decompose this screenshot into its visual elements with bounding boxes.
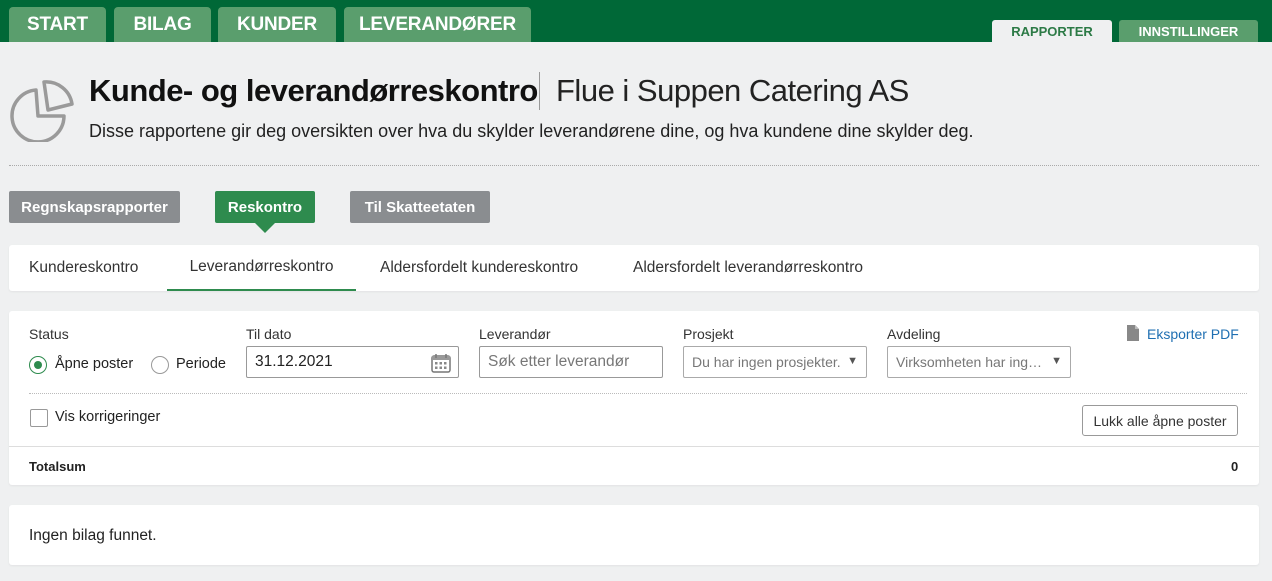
close-all-open-items-button[interactable]: Lukk alle åpne poster — [1082, 405, 1238, 436]
status-radio-apne-poster[interactable] — [29, 356, 47, 374]
project-select-value: Du har ingen prosjekter. — [692, 354, 841, 370]
total-sum-label: Totalsum — [29, 459, 86, 474]
project-select[interactable]: Du har ingen prosjekter. ▼ — [683, 346, 867, 378]
pdf-file-icon — [1127, 325, 1139, 341]
page-subtitle: Disse rapportene gir deg oversikten over… — [89, 121, 974, 141]
show-corrections-checkbox[interactable] — [30, 409, 48, 427]
pie-chart-icon — [10, 80, 74, 142]
department-select[interactable]: Virksomheten har ingen avdelinger. ▼ — [887, 346, 1071, 378]
filter-divider — [29, 393, 1247, 394]
tab-aldersfordelt-kundereskontro[interactable]: Aldersfordelt kundereskontro — [380, 245, 578, 291]
status-radio-periode[interactable] — [151, 356, 169, 374]
show-corrections-label: Vis korrigeringer — [55, 409, 161, 425]
reskontro-button[interactable]: Reskontro — [215, 191, 315, 233]
header-divider — [9, 165, 1259, 166]
chevron-down-icon: ▼ — [847, 355, 858, 367]
supplier-search-input[interactable]: Søk etter leverandør — [479, 346, 663, 378]
total-sum-value: 0 — [1231, 459, 1239, 474]
page-title: Kunde- og leverandørreskontro — [89, 73, 538, 108]
empty-results-message: Ingen bilag funnet. — [29, 527, 157, 544]
nav-tab-leverandorer[interactable]: LEVERANDØRER — [344, 7, 531, 42]
nav-tab-start[interactable]: START — [9, 7, 106, 42]
tab-aldersfordelt-leverandorreskontro[interactable]: Aldersfordelt leverandørreskontro — [633, 245, 863, 291]
tab-kundereskontro[interactable]: Kundereskontro — [29, 245, 138, 291]
regnskapsrapporter-button[interactable]: Regnskapsrapporter — [9, 191, 180, 223]
chevron-down-icon: ▼ — [1051, 355, 1062, 367]
date-field[interactable]: 31.12.2021 — [246, 346, 459, 378]
nav-tab-innstillinger[interactable]: INNSTILLINGER — [1119, 20, 1258, 42]
status-option-periode-label: Periode — [176, 356, 226, 372]
calendar-icon[interactable] — [430, 352, 452, 374]
results-panel: Ingen bilag funnet. — [9, 505, 1259, 565]
nav-tab-bilag[interactable]: BILAG — [114, 7, 211, 42]
til-skatteetaten-button[interactable]: Til Skatteetaten — [350, 191, 490, 223]
company-name: Flue i Suppen Catering AS — [556, 73, 909, 108]
department-select-value: Virksomheten har ingen avdelinger. — [896, 354, 1046, 370]
date-label: Til dato — [246, 326, 292, 342]
department-label: Avdeling — [887, 326, 941, 342]
date-value: 31.12.2021 — [255, 353, 333, 370]
nav-tab-kunder[interactable]: KUNDER — [218, 7, 336, 42]
totals-row-divider — [9, 446, 1259, 447]
filter-panel: Status Åpne poster Periode Til dato 31.1… — [9, 311, 1259, 485]
project-label: Prosjekt — [683, 326, 734, 342]
top-navigation-bar: START BILAG KUNDER LEVERANDØRER RAPPORTE… — [0, 0, 1272, 42]
nav-tab-rapporter[interactable]: RAPPORTER — [992, 20, 1112, 42]
status-label: Status — [29, 326, 69, 342]
tab-leverandorreskontro[interactable]: Leverandørreskontro — [167, 245, 356, 291]
title-divider — [539, 72, 540, 110]
supplier-label: Leverandør — [479, 326, 551, 342]
status-option-apne-poster-label: Åpne poster — [55, 356, 134, 372]
export-pdf-link[interactable]: Eksporter PDF — [1147, 326, 1239, 342]
subtab-bar: Kundereskontro Leverandørreskontro Alder… — [9, 245, 1259, 291]
